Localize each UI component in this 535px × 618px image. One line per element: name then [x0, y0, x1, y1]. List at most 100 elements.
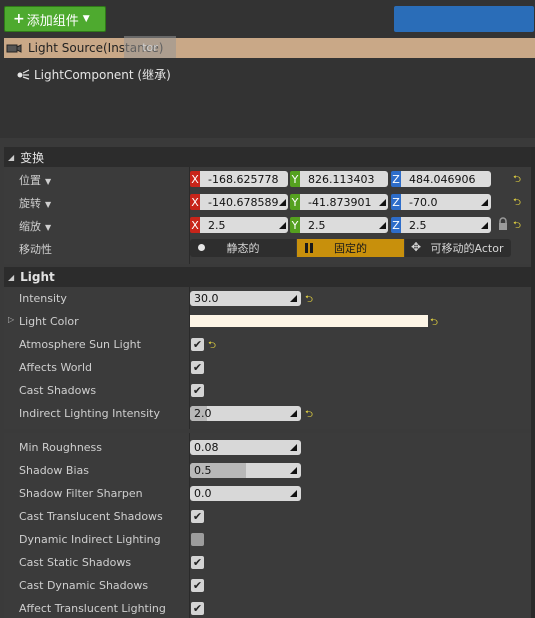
lock-icon[interactable]	[498, 217, 508, 231]
tree-item-light-component[interactable]: LightComponent (继承)	[16, 64, 171, 84]
mobility-option-label: 静态的	[226, 242, 260, 255]
indirect-intensity-value: 2.0	[194, 407, 212, 420]
cast-translucent-label: Cast Translucent Shadows	[19, 510, 163, 523]
min-roughness-label: Min Roughness	[19, 441, 103, 454]
rotation-label[interactable]: 旋转 ▼	[19, 195, 51, 211]
intensity-field[interactable]: 30.0	[190, 291, 301, 306]
tooltip: tor	[124, 36, 176, 58]
reset-arrow-icon[interactable]: ⮌	[513, 195, 521, 212]
intensity-value: 30.0	[194, 292, 219, 305]
scale-label[interactable]: 缩放 ▼	[19, 218, 51, 234]
plus-icon: +	[13, 11, 25, 27]
mobility-option-label: 可移动的Actor	[430, 242, 504, 255]
axis-y-label: Y	[290, 194, 300, 210]
shadow-filter-label: Shadow Filter Sharpen	[19, 487, 143, 500]
shadow-bias-label: Shadow Bias	[19, 464, 89, 477]
axis-x-label: X	[190, 171, 200, 187]
cast-static-checkbox[interactable]: ✔	[191, 556, 204, 569]
affects-world-checkbox[interactable]: ✔	[191, 361, 204, 374]
axis-y-label: Y	[290, 217, 300, 233]
location-y-field[interactable]: 826.113403	[300, 171, 388, 187]
cast-shadows-checkbox[interactable]: ✔	[191, 384, 204, 397]
affect-translucent-checkbox[interactable]: ✔	[191, 602, 204, 615]
tree-item-light-source[interactable]: Light Source(Instance)	[4, 38, 535, 58]
chevron-down-icon: ▼	[45, 200, 52, 209]
reset-arrow-icon[interactable]: ⮌	[513, 172, 521, 189]
blueprint-button[interactable]	[394, 6, 534, 32]
location-label[interactable]: 位置 ▼	[19, 172, 51, 188]
axis-z-label: Z	[391, 171, 401, 187]
mobility-static-option[interactable]: 静态的	[190, 239, 296, 257]
collapse-triangle-icon: ◢	[8, 272, 15, 282]
scrollbar[interactable]	[531, 147, 535, 618]
axis-z-label: Z	[391, 194, 401, 210]
atmosphere-sun-label: Atmosphere Sun Light	[19, 338, 141, 351]
reset-arrow-icon[interactable]: ⮌	[208, 338, 216, 355]
reset-arrow-icon[interactable]: ⮌	[305, 292, 313, 309]
spinner-icon[interactable]	[379, 199, 386, 206]
indirect-intensity-field[interactable]: 2.0	[190, 406, 301, 421]
chevron-down-icon: ▼	[45, 177, 52, 186]
add-component-button[interactable]: + 添加组件 ▼	[4, 6, 106, 32]
min-roughness-value: 0.08	[194, 441, 219, 454]
spinner-icon[interactable]	[290, 295, 297, 302]
reset-arrow-icon[interactable]: ⮌	[513, 218, 521, 235]
shadow-filter-value: 0.0	[194, 487, 212, 500]
rotation-x-field[interactable]: -140.678589	[200, 194, 288, 210]
min-roughness-field[interactable]: 0.08	[190, 440, 301, 455]
spinner-icon[interactable]	[279, 199, 286, 206]
scale-y-field[interactable]: 2.5	[300, 217, 388, 233]
axis-x-label: X	[190, 194, 200, 210]
axis-x-label: X	[190, 217, 200, 233]
rotation-y-field[interactable]: -41.873901	[300, 194, 388, 210]
location-x-field[interactable]: -168.625778	[200, 171, 288, 187]
add-component-label: 添加组件	[26, 13, 79, 29]
mobility-movable-option[interactable]: ✥ 可移动的Actor	[405, 239, 511, 257]
shadow-filter-field[interactable]: 0.0	[190, 486, 301, 501]
axis-z-label: Z	[391, 217, 401, 233]
section-header-transform[interactable]: ◢ 变换	[4, 147, 531, 167]
light-component-icon	[17, 69, 30, 80]
expand-triangle-icon[interactable]: ▷	[8, 315, 14, 324]
search-input[interactable]	[108, 6, 392, 32]
reset-arrow-icon[interactable]: ⮌	[430, 315, 438, 332]
spinner-icon[interactable]	[290, 490, 297, 497]
section-title: 变换	[20, 150, 45, 165]
spinner-icon[interactable]	[279, 222, 286, 229]
scale-z-field[interactable]: 2.5	[401, 217, 491, 233]
light-color-swatch[interactable]	[190, 315, 428, 327]
cast-static-label: Cast Static Shadows	[19, 556, 132, 569]
collapse-triangle-icon: ◢	[8, 152, 15, 162]
shadow-bias-field[interactable]: 0.5	[190, 463, 301, 478]
spinner-icon[interactable]	[379, 222, 386, 229]
atmosphere-sun-checkbox[interactable]: ✔	[191, 338, 204, 351]
cast-dynamic-checkbox[interactable]: ✔	[191, 579, 204, 592]
spinner-icon[interactable]	[481, 222, 488, 229]
stationary-icon	[305, 243, 313, 253]
intensity-label: Intensity	[19, 292, 67, 305]
location-z-field[interactable]: 484.046906	[401, 171, 491, 187]
shadow-bias-value: 0.5	[194, 464, 212, 477]
spinner-icon[interactable]	[290, 410, 297, 417]
mobility-stationary-option[interactable]: 固定的	[297, 239, 404, 257]
rotation-z-field[interactable]: -70.0	[401, 194, 491, 210]
mobility-label: 移动性	[19, 243, 52, 256]
affect-translucent-label: Affect Translucent Lighting	[19, 602, 166, 615]
section-title: Light	[20, 270, 55, 284]
axis-y-label: Y	[290, 171, 300, 187]
cast-shadows-label: Cast Shadows	[19, 384, 97, 397]
spinner-icon[interactable]	[290, 467, 297, 474]
chevron-down-icon: ▼	[45, 223, 52, 232]
affects-world-label: Affects World	[19, 361, 92, 374]
static-dot-icon	[198, 244, 205, 251]
spinner-icon[interactable]	[290, 444, 297, 451]
column-divider	[189, 433, 190, 618]
cast-dynamic-label: Cast Dynamic Shadows	[19, 579, 149, 592]
chevron-down-icon: ▼	[82, 14, 90, 24]
scale-x-field[interactable]: 2.5	[200, 217, 288, 233]
spinner-icon[interactable]	[481, 199, 488, 206]
section-header-light[interactable]: ◢ Light	[4, 267, 531, 287]
dynamic-indirect-checkbox[interactable]	[191, 533, 204, 546]
reset-arrow-icon[interactable]: ⮌	[305, 407, 313, 424]
cast-translucent-checkbox[interactable]: ✔	[191, 510, 204, 523]
